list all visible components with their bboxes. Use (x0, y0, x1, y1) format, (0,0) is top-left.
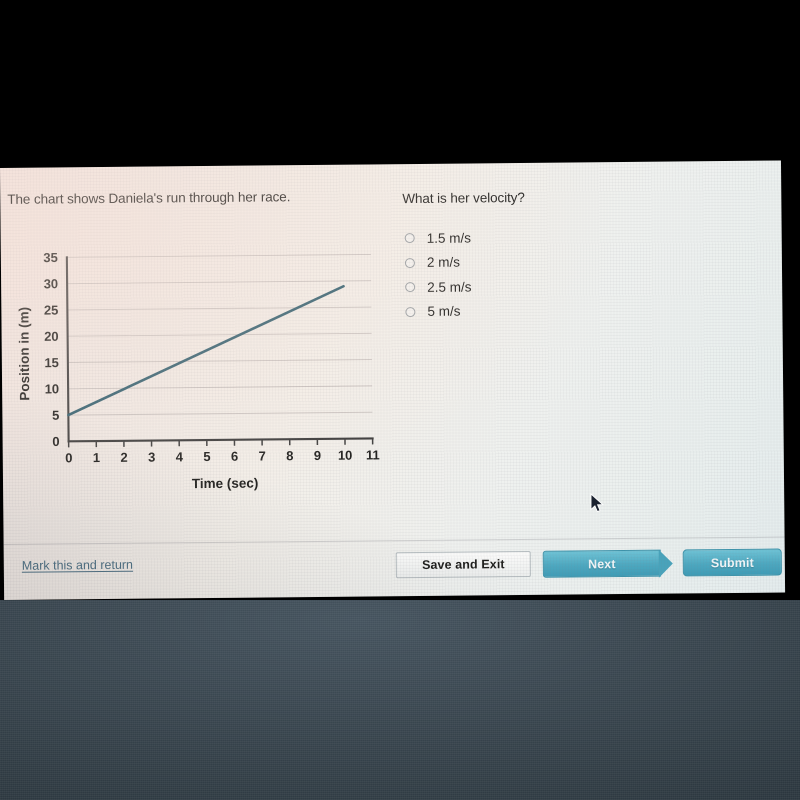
svg-text:30: 30 (44, 276, 59, 291)
footer-button-row: Save and Exit Next Submit (395, 548, 782, 580)
svg-text:25: 25 (44, 303, 59, 318)
desk-surface (0, 600, 800, 800)
submit-button[interactable]: Submit (682, 548, 782, 577)
chart-x-axis-title: Time (sec) (192, 476, 259, 492)
chart-gridlines (66, 253, 373, 416)
svg-text:4: 4 (176, 449, 184, 464)
radio-button-icon[interactable] (404, 233, 415, 244)
answer-option-1[interactable]: 1.5 m/s (404, 225, 472, 250)
svg-text:10: 10 (338, 448, 353, 463)
radio-button-icon[interactable] (404, 257, 415, 268)
svg-text:10: 10 (45, 381, 60, 396)
svg-text:15: 15 (44, 355, 59, 370)
radio-button-icon[interactable] (405, 282, 416, 293)
next-button[interactable]: Next (542, 549, 661, 578)
svg-text:0: 0 (65, 450, 72, 465)
answer-option-label: 1.5 m/s (426, 230, 472, 246)
chart-prompt-text: The chart shows Daniela's run through he… (7, 189, 291, 207)
quiz-page: The chart shows Daniela's run through he… (0, 161, 785, 600)
svg-text:1: 1 (93, 450, 100, 465)
chart-svg: 0 5 10 15 20 25 30 35 0 1 2 3 4 5 6 7 8 9 10 11 Time (sec)… (16, 250, 380, 492)
radio-button-icon[interactable] (405, 306, 416, 317)
question-text: What is her velocity? (402, 189, 525, 207)
answer-option-label: 2.5 m/s (427, 279, 472, 295)
svg-text:7: 7 (259, 448, 266, 463)
svg-text:0: 0 (52, 434, 59, 449)
chart-data-line (67, 284, 345, 417)
mark-this-and-return-link[interactable]: Mark this and return (22, 558, 133, 573)
svg-text:5: 5 (203, 449, 210, 464)
svg-text:9: 9 (314, 448, 321, 463)
answer-options-group: 1.5 m/s 2 m/s 2.5 m/s 5 m/s (404, 225, 472, 324)
answer-option-3[interactable]: 2.5 m/s (405, 274, 471, 299)
svg-text:20: 20 (44, 329, 59, 344)
answer-option-4[interactable]: 5 m/s (405, 299, 471, 324)
svg-text:6: 6 (231, 449, 238, 464)
svg-text:8: 8 (286, 448, 293, 463)
chart-y-ticklabels: 0 5 10 15 20 25 30 35 (43, 250, 59, 449)
answer-option-label: 5 m/s (427, 303, 461, 320)
svg-text:5: 5 (52, 408, 59, 423)
desk-texture (0, 600, 800, 800)
svg-text:3: 3 (148, 450, 155, 465)
footer-divider (3, 536, 785, 545)
monitor-screen: The chart shows Daniela's run through he… (0, 160, 786, 600)
chart-x-ticklabels: 0 1 2 3 4 5 6 7 8 9 10 11 (65, 447, 380, 465)
svg-text:35: 35 (43, 250, 58, 265)
position-time-chart: 0 5 10 15 20 25 30 35 0 1 2 3 4 5 6 7 8 9 10 11 Time (sec)… (15, 242, 387, 496)
chart-y-axis-title: Position in (m) (16, 307, 32, 401)
svg-text:2: 2 (120, 450, 127, 465)
answer-option-2[interactable]: 2 m/s (404, 250, 471, 275)
save-and-exit-button[interactable]: Save and Exit (395, 550, 531, 579)
svg-text:11: 11 (366, 447, 380, 462)
answer-option-label: 2 m/s (426, 254, 461, 271)
photo-background: The chart shows Daniela's run through he… (0, 0, 800, 800)
